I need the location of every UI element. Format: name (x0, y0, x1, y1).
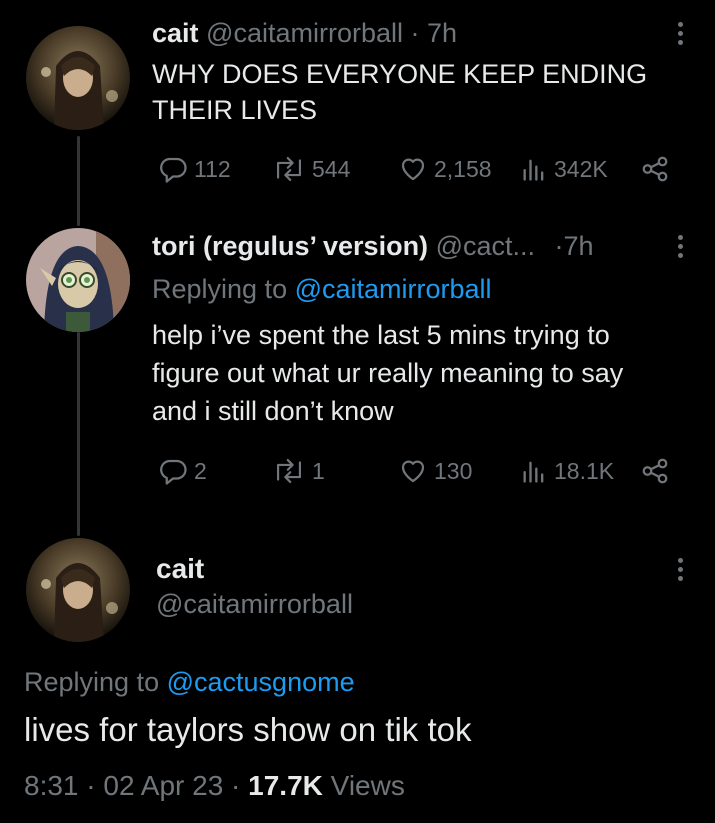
like-button[interactable]: 130 (398, 456, 472, 486)
dot-separator: · (86, 770, 96, 801)
replying-prefix: Replying to (152, 274, 288, 304)
author-handle[interactable]: @caitamirrorball (156, 589, 353, 620)
views-icon (523, 159, 544, 181)
thread-line-1 (77, 136, 80, 226)
author-handle[interactable]: @cact... (436, 231, 535, 261)
tweet-meta: 8:31 · 02 Apr 23 · 17.7K Views (24, 770, 405, 802)
tweet-time[interactable]: 7h (564, 231, 594, 261)
share-button[interactable] (640, 456, 670, 486)
tweet-time[interactable]: 8:31 (24, 770, 79, 801)
tweet-1-header: cait @caitamirrorball · 7h (152, 17, 457, 49)
tweet-text-line: figure out what ur really meaning to say (152, 358, 624, 388)
views-button[interactable]: 18.1K (520, 456, 614, 486)
retweet-count: 544 (312, 155, 351, 182)
tweet-time[interactable]: 7h (427, 18, 457, 48)
dot-separator: · (231, 770, 241, 801)
retweet-icon (276, 156, 302, 182)
main-tweet-text: lives for taylors show on tik tok (24, 711, 472, 748)
tweet-1-text: WHY DOES EVERYONE KEEP ENDING THEIR LIVE… (152, 56, 647, 128)
more-icon[interactable] (677, 235, 685, 265)
like-count: 130 (434, 457, 473, 484)
avatar-cait[interactable] (26, 26, 130, 130)
reply-count: 2 (194, 457, 207, 484)
avatar-cait-main[interactable] (26, 538, 130, 642)
views-label: Views (330, 770, 405, 801)
tweet-text-line: and i still don’t know (152, 396, 394, 426)
replying-handle-link[interactable]: @cactusgnome (167, 667, 355, 697)
thread-line-2 (77, 332, 80, 536)
views-button[interactable]: 342K (520, 154, 608, 184)
avatar-tori[interactable] (26, 228, 130, 332)
replying-to: Replying to @caitamirrorball (152, 273, 492, 305)
dot-separator: · (410, 18, 420, 48)
more-icon[interactable] (677, 22, 685, 52)
like-count: 2,158 (434, 155, 492, 182)
tweet-text-line: help i’ve spent the last 5 mins trying t… (152, 320, 610, 350)
views-count: 18.1K (554, 457, 615, 484)
retweet-icon (276, 458, 302, 484)
author-name[interactable]: tori (regulus’ version) (152, 231, 428, 261)
tweet-2-header: tori (regulus’ version) @cact... ·7h (152, 230, 594, 262)
reply-count: 112 (194, 155, 231, 182)
author-name[interactable]: cait (156, 553, 204, 585)
retweet-button[interactable]: 1 (272, 456, 325, 486)
author-name[interactable]: cait (152, 18, 199, 48)
share-icon (642, 458, 668, 484)
like-icon (401, 158, 425, 181)
author-handle[interactable]: @caitamirrorball (206, 18, 403, 48)
replying-handle-link[interactable]: @caitamirrorball (295, 274, 492, 304)
reply-button[interactable]: 112 (158, 154, 231, 184)
tweet-text-line: THEIR LIVES (152, 95, 318, 125)
retweet-button[interactable]: 544 (272, 154, 350, 184)
views-count[interactable]: 17.7K (248, 770, 323, 801)
share-icon (642, 156, 668, 182)
reply-button[interactable]: 2 (158, 456, 207, 486)
reply-icon (160, 157, 187, 183)
tweet-date[interactable]: 02 Apr 23 (103, 770, 223, 801)
share-button[interactable] (640, 154, 670, 184)
replying-to: Replying to @cactusgnome (24, 667, 355, 698)
more-icon[interactable] (677, 558, 685, 588)
retweet-count: 1 (312, 457, 325, 484)
like-icon (401, 460, 425, 483)
tweet-text-line: WHY DOES EVERYONE KEEP ENDING (152, 59, 648, 89)
replying-prefix: Replying to (24, 667, 160, 697)
views-count: 342K (554, 155, 608, 182)
dot-separator: · (554, 231, 564, 261)
tweet-2-text: help i’ve spent the last 5 mins trying t… (152, 316, 623, 430)
reply-icon (160, 459, 187, 485)
views-icon (523, 461, 544, 483)
like-button[interactable]: 2,158 (398, 154, 492, 184)
